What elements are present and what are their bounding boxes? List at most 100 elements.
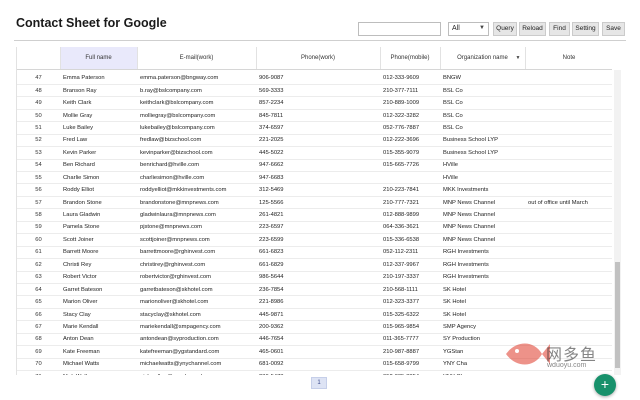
cell-organization-name[interactable]: HVille: [440, 159, 525, 173]
cell-organization-name[interactable]: BSL Co: [440, 96, 525, 110]
cell-organization-name[interactable]: MNP News Channel: [440, 208, 525, 222]
cell-full-name[interactable]: Keith Clark: [60, 96, 137, 110]
table-row[interactable]: 47 Emma Paterson emma.paterson@bngway.com 9…: [17, 72, 612, 85]
table-row[interactable]: 54 Ben Richard benrichard@hville.com 947-66…: [17, 159, 612, 173]
cell-full-name[interactable]: Branson Ray: [60, 84, 137, 98]
cell-full-name[interactable]: Brandon Stone: [60, 196, 137, 210]
cell-row-number[interactable]: 47: [17, 72, 60, 85]
table-row[interactable]: 63 Robert Victor robertvictor@rghinvest.co…: [17, 271, 612, 284]
cell-phone-work[interactable]: 221-2025: [256, 134, 380, 148]
cell-email-work[interactable]: michaelwatts@ynychannel.com: [137, 358, 256, 372]
search-input[interactable]: [358, 22, 441, 36]
cell-phone-mobile[interactable]: 012-323-3377: [380, 295, 440, 309]
cell-phone-work[interactable]: 374-6597: [256, 121, 380, 135]
cell-full-name[interactable]: Stacy Clay: [60, 308, 137, 322]
table-row[interactable]: 66 Stacy Clay stacyclay@skhotel.com 445-987…: [17, 308, 612, 322]
page-indicator[interactable]: 1: [311, 377, 327, 389]
cell-note[interactable]: [525, 146, 612, 160]
cell-organization-name[interactable]: SK Hotel: [440, 308, 525, 322]
cell-note[interactable]: [525, 72, 612, 85]
cell-email-work[interactable]: keithclark@bslcompany.com: [137, 96, 256, 110]
cell-note[interactable]: [525, 271, 612, 284]
cell-phone-mobile[interactable]: 012-337-9967: [380, 258, 440, 272]
table-row[interactable]: 56 Roddy Elliot roddyelliot@mkkinvestments…: [17, 183, 612, 197]
cell-organization-name[interactable]: Business School LYP: [440, 134, 525, 148]
cell-phone-mobile[interactable]: 015-665-7726: [380, 159, 440, 173]
cell-full-name[interactable]: Marie Kendall: [60, 320, 137, 334]
cell-organization-name[interactable]: RGH Investments: [440, 258, 525, 272]
cell-phone-mobile[interactable]: 015-658-9799: [380, 358, 440, 372]
cell-phone-mobile[interactable]: 210-568-1111: [380, 283, 440, 297]
cell-phone-mobile[interactable]: 210-889-1009: [380, 96, 440, 110]
cell-phone-work[interactable]: 200-9362: [256, 320, 380, 334]
cell-phone-mobile[interactable]: 012-222-3696: [380, 134, 440, 148]
table-row[interactable]: 53 Kevin Parker kevinparker@bizschool.com 4…: [17, 146, 612, 160]
cell-phone-work[interactable]: 312-5469: [256, 183, 380, 197]
cell-phone-mobile[interactable]: 015-336-6538: [380, 233, 440, 247]
cell-row-number[interactable]: 67: [17, 320, 60, 334]
column-header-phone-work[interactable]: Phone(work): [256, 47, 381, 70]
cell-row-number[interactable]: 66: [17, 308, 60, 322]
cell-phone-mobile[interactable]: 064-336-3621: [380, 221, 440, 235]
cell-row-number[interactable]: 62: [17, 258, 60, 272]
save-button[interactable]: Save: [602, 22, 625, 36]
cell-phone-work[interactable]: 661-6829: [256, 258, 380, 272]
cell-note[interactable]: [525, 134, 612, 148]
reload-button[interactable]: Reload: [519, 22, 546, 36]
cell-email-work[interactable]: molliegray@bslcompany.com: [137, 109, 256, 123]
cell-email-work[interactable]: charliesimon@hville.com: [137, 171, 256, 185]
cell-phone-work[interactable]: 661-6823: [256, 246, 380, 260]
cell-full-name[interactable]: Garret Bateson: [60, 283, 137, 297]
cell-email-work[interactable]: scottjoiner@mnpnews.com: [137, 233, 256, 247]
cell-phone-work[interactable]: 465-0601: [256, 345, 380, 359]
cell-email-work[interactable]: marionoliver@skhotel.com: [137, 295, 256, 309]
cell-note[interactable]: [525, 246, 612, 260]
cell-phone-mobile[interactable]: 015-325-6322: [380, 308, 440, 322]
cell-phone-mobile[interactable]: 015-965-9854: [380, 320, 440, 334]
cell-email-work[interactable]: garretbateson@skhotel.com: [137, 283, 256, 297]
cell-row-number[interactable]: 63: [17, 271, 60, 284]
cell-note[interactable]: [525, 121, 612, 135]
cell-email-work[interactable]: nickwalker@ynychannel.com: [137, 370, 256, 375]
cell-note[interactable]: [525, 258, 612, 272]
cell-note[interactable]: [525, 109, 612, 123]
cell-phone-work[interactable]: 125-5566: [256, 196, 380, 210]
cell-email-work[interactable]: katefreeman@ygstandard.com: [137, 345, 256, 359]
cell-organization-name[interactable]: MNP News Channel: [440, 221, 525, 235]
cell-full-name[interactable]: Michael Watts: [60, 358, 137, 372]
cell-full-name[interactable]: Fred Law: [60, 134, 137, 148]
table-row[interactable]: 58 Laura Gladwin gladwinlaura@mnpnews.com 2…: [17, 208, 612, 222]
cell-email-work[interactable]: christirey@rghinvest.com: [137, 258, 256, 272]
table-row[interactable]: 55 Charlie Simon charliesimon@hville.com 94…: [17, 171, 612, 185]
table-row[interactable]: 51 Luke Bailey lukebailey@bslcompany.com 37…: [17, 121, 612, 135]
cell-note[interactable]: [525, 295, 612, 309]
cell-full-name[interactable]: Christi Rey: [60, 258, 137, 272]
cell-email-work[interactable]: brandonstone@mnpnews.com: [137, 196, 256, 210]
cell-phone-mobile[interactable]: 210-377-7111: [380, 84, 440, 98]
add-button[interactable]: +: [594, 374, 616, 396]
cell-full-name[interactable]: Roddy Elliot: [60, 183, 137, 197]
cell-full-name[interactable]: Ben Richard: [60, 159, 137, 173]
cell-note[interactable]: [525, 233, 612, 247]
cell-organization-name[interactable]: MNP News Channel: [440, 196, 525, 210]
cell-phone-work[interactable]: 906-9087: [256, 72, 380, 85]
cell-phone-mobile[interactable]: 052-335-8854: [380, 370, 440, 375]
filter-select[interactable]: All ▼: [448, 22, 489, 36]
cell-row-number[interactable]: 64: [17, 283, 60, 297]
cell-phone-mobile[interactable]: [380, 171, 440, 185]
cell-organization-name[interactable]: MNP News Channel: [440, 233, 525, 247]
table-row[interactable]: 52 Fred Law fredlaw@bizschool.com 221-2025 0…: [17, 134, 612, 148]
cell-note[interactable]: [525, 308, 612, 322]
cell-phone-mobile[interactable]: 011-365-7777: [380, 333, 440, 347]
cell-note[interactable]: [525, 96, 612, 110]
cell-organization-name[interactable]: BSL Co: [440, 121, 525, 135]
cell-row-number[interactable]: 61: [17, 246, 60, 260]
cell-full-name[interactable]: Emma Paterson: [60, 72, 137, 85]
cell-row-number[interactable]: 54: [17, 159, 60, 173]
cell-phone-work[interactable]: 986-5644: [256, 271, 380, 284]
cell-email-work[interactable]: emma.paterson@bngway.com: [137, 72, 256, 85]
table-row[interactable]: 57 Brandon Stone brandonstone@mnpnews.com 1…: [17, 196, 612, 210]
cell-email-work[interactable]: benrichard@hville.com: [137, 159, 256, 173]
cell-phone-work[interactable]: 221-8986: [256, 295, 380, 309]
cell-phone-work[interactable]: 446-7654: [256, 333, 380, 347]
